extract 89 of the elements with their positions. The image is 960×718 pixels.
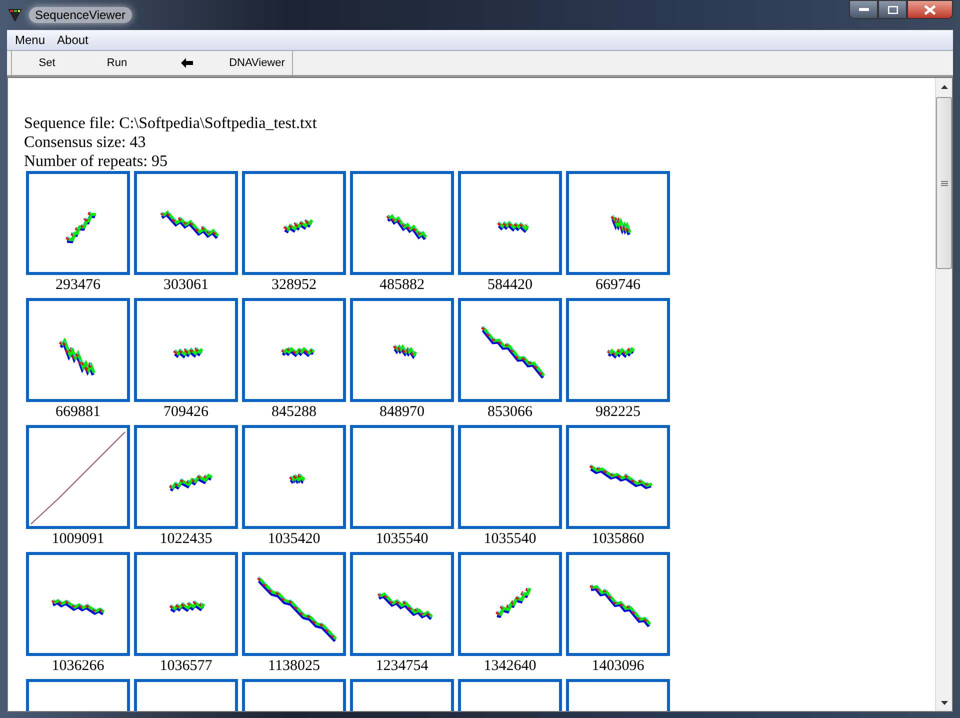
repeat-plot [589,464,652,490]
repeat-thumbnail[interactable] [458,171,562,275]
position-label: 328952 [272,276,316,295]
position-label: 293476 [56,276,100,295]
repeat-thumbnail[interactable] [350,171,454,275]
repeat-thumbnail[interactable] [458,425,562,529]
position-label: 1035540 [484,530,536,549]
position-label: 848970 [380,403,424,422]
repeat-thumbnail[interactable] [134,298,238,402]
position-label: 853066 [488,403,532,422]
repeat-plot [610,215,632,236]
position-label: 845288 [272,403,316,422]
repeat-plot [392,344,418,360]
repeat-thumbnail[interactable] [242,171,346,275]
repeat-plot [168,472,213,492]
position-label: 1035540 [376,530,428,549]
repeat-thumbnail[interactable] [134,425,238,529]
repeat-thumbnail[interactable] [458,552,562,656]
repeat-plot [590,584,652,628]
repeat-plot [51,598,105,616]
repeat-thumbnail[interactable] [242,298,346,402]
repeat-thumbnail[interactable] [566,298,670,402]
info-line: Sequence file: C:\Softpedia\Softpedia_test.txt [24,114,318,133]
maximize-button[interactable] [878,0,907,19]
repeat-thumbnail[interactable] [26,171,130,275]
repeat-thumbnail[interactable] [350,425,454,529]
position-label: 1234754 [376,657,428,676]
position-label: 303061 [164,276,208,295]
repeat-thumbnail[interactable] [566,425,670,529]
repeat-thumbnail[interactable] [134,171,238,275]
repeat-thumbnail[interactable] [26,298,130,402]
position-label: 1342640 [484,657,536,676]
repeat-plot [377,591,434,620]
repeat-plot [169,600,206,613]
repeat-thumbnail[interactable] [566,552,670,656]
repeat-thumbnail[interactable] [566,171,670,275]
repeat-plot [283,218,314,234]
position-label: 1035420 [268,530,320,549]
repeat-thumbnail[interactable] [134,552,238,656]
repeat-plot [606,346,635,359]
toolbar-button[interactable]: Run [82,51,152,75]
position-label: 485882 [380,276,424,295]
left-arrow-icon [181,58,193,68]
grip-icon [940,180,948,186]
position-label: 584420 [488,276,532,295]
repeat-plot [496,586,532,618]
position-label: 1022435 [160,530,212,549]
window-title: SequenceViewer [29,7,132,23]
repeat-plot [289,473,306,484]
repeat-plot [66,212,96,244]
repeat-thumbnail[interactable] [350,552,454,656]
position-label: 669746 [596,276,640,295]
repeat-thumbnail[interactable] [26,425,130,529]
repeat-plot [173,346,204,358]
repeat-plot [160,210,220,239]
repeat-plot [281,346,315,358]
position-label: 709426 [164,403,208,422]
close-icon [924,4,936,14]
repeat-plot [481,326,546,379]
repeat-plot [497,220,530,233]
position-label: 669881 [56,403,100,422]
toolbar-button[interactable]: Set [12,51,82,75]
scrollbar-thumb[interactable] [936,97,952,269]
close-button[interactable] [907,0,953,19]
down-triangle-icon [940,700,948,704]
menu-item[interactable]: About [51,31,94,49]
repeat-plot [58,336,96,376]
repeat-thumbnail[interactable] [242,552,346,656]
repeat-thumbnail[interactable] [26,552,130,656]
repeat-thumbnail[interactable] [242,425,346,529]
repeat-plot [386,213,428,240]
position-label: 1036577 [160,657,212,676]
minimize-button[interactable] [849,0,878,19]
position-label: 1403096 [592,657,644,676]
info-line: Number of repeats: 95 [24,152,169,171]
minimize-icon [858,8,868,12]
toolbar-button[interactable]: DNAViewer [222,51,292,75]
app-icon [7,7,23,23]
position-label: 1035860 [592,530,644,549]
info-line: Consensus size: 43 [24,133,147,152]
position-label: 1036266 [52,657,104,676]
repeat-thumbnail[interactable] [458,298,562,402]
position-label: 1138025 [268,657,320,676]
repeat-thumbnail[interactable] [350,298,454,402]
up-triangle-icon [940,84,948,88]
position-label: 982225 [596,403,640,422]
menu-item[interactable]: Menu [9,31,52,49]
maximize-icon [888,6,898,14]
position-label: 1009091 [52,530,104,549]
